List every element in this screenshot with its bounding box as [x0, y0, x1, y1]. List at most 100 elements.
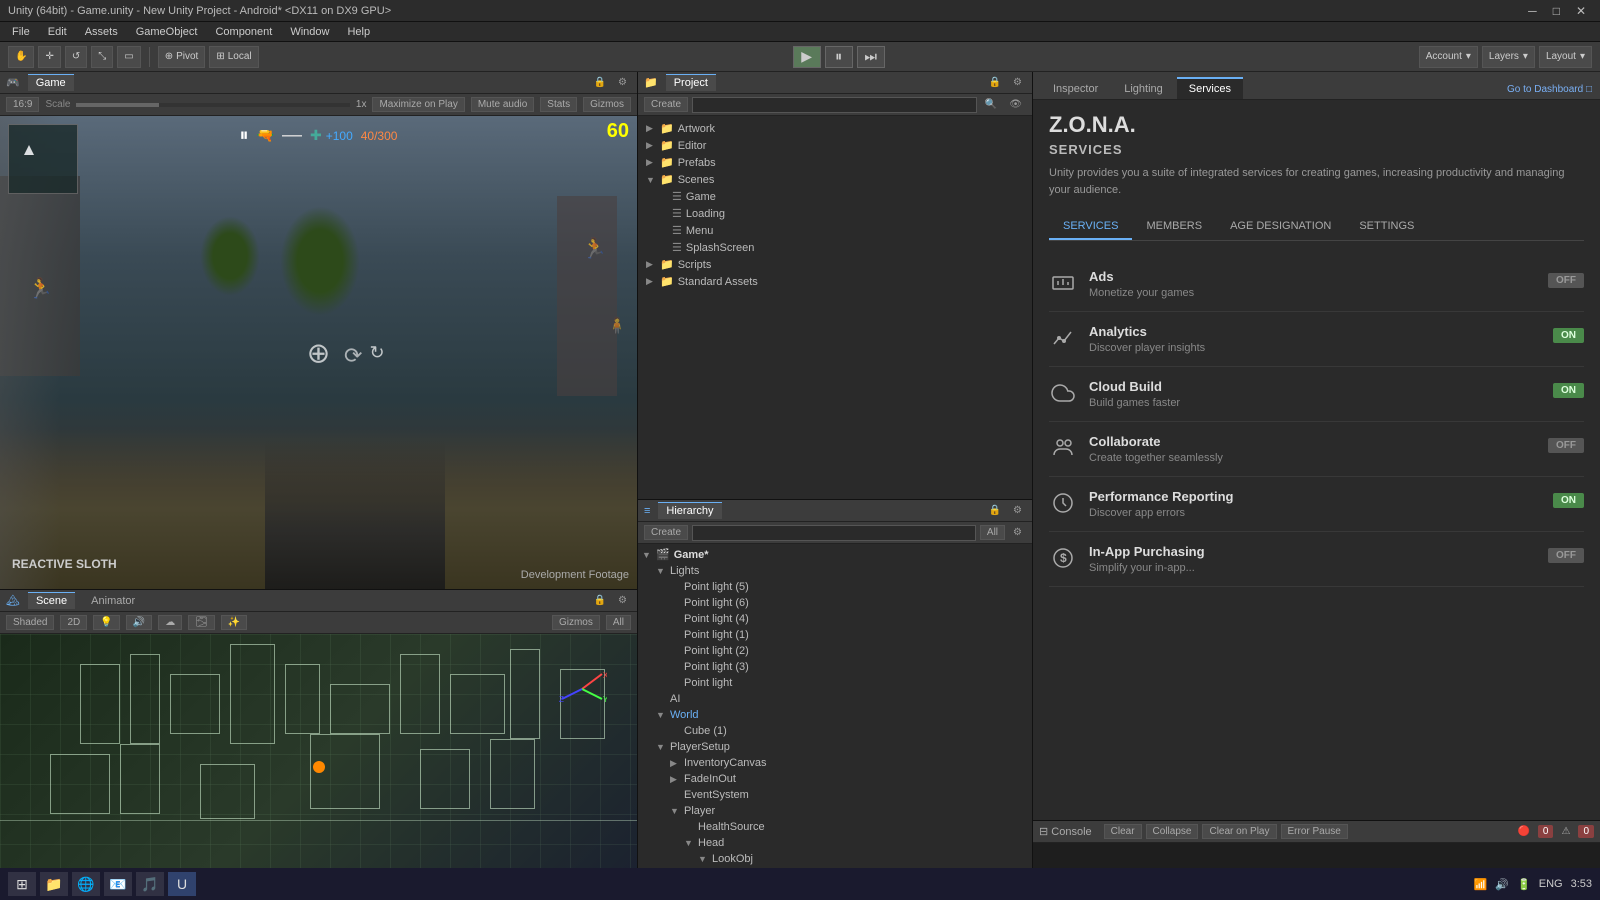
pause-btn[interactable]: ⏸: [825, 46, 853, 68]
project-search-input[interactable]: [692, 97, 977, 113]
iap-toggle-btn[interactable]: OFF: [1548, 548, 1584, 563]
ads-toggle-btn[interactable]: OFF: [1548, 273, 1584, 288]
project-create-btn[interactable]: Create: [644, 97, 688, 112]
cloudbuild-toggle-btn[interactable]: ON: [1553, 383, 1584, 398]
rotate-tool-btn[interactable]: ↺: [65, 46, 87, 68]
h-item-head[interactable]: ▼ Head: [638, 835, 1032, 851]
h-item-pl[interactable]: Point light: [638, 675, 1032, 691]
perf-toggle-btn[interactable]: ON: [1553, 493, 1584, 508]
console-clear-btn[interactable]: Clear: [1104, 824, 1142, 839]
project-item-editor[interactable]: ▶ 📁 Editor: [638, 137, 1032, 154]
menu-assets[interactable]: Assets: [77, 24, 126, 40]
console-collapse-btn[interactable]: Collapse: [1146, 824, 1199, 839]
menu-window[interactable]: Window: [282, 24, 337, 40]
project-item-game[interactable]: ☰ Game: [638, 188, 1032, 205]
h-item-eventsystem[interactable]: EventSystem: [638, 787, 1032, 803]
project-item-prefabs[interactable]: ▶ 📁 Prefabs: [638, 154, 1032, 171]
pivot-btn[interactable]: ⊕ Pivot: [158, 46, 206, 68]
h-item-pl1[interactable]: Point light (1): [638, 627, 1032, 643]
h-item-player[interactable]: ▼ Player: [638, 803, 1032, 819]
s-tab-services[interactable]: SERVICES: [1049, 214, 1132, 240]
scene-flare-icon[interactable]: ✨: [221, 615, 247, 630]
all-scene-btn[interactable]: All: [606, 615, 631, 630]
s-tab-settings[interactable]: SETTINGS: [1345, 214, 1428, 240]
scene-skybox-icon[interactable]: ☁: [158, 615, 182, 630]
lock-icon[interactable]: 🔒: [590, 76, 610, 89]
tab-inspector[interactable]: Inspector: [1041, 77, 1110, 99]
s-tab-members[interactable]: MEMBERS: [1132, 214, 1216, 240]
2d-control[interactable]: 2D: [60, 615, 87, 630]
h-item-playersetup[interactable]: ▼ PlayerSetup: [638, 739, 1032, 755]
h-item-pl2[interactable]: Point light (2): [638, 643, 1032, 659]
h-item-lookobj[interactable]: ▼ LookObj: [638, 851, 1032, 867]
project-item-scenes[interactable]: ▼ 📁 Scenes: [638, 171, 1032, 188]
aspect-control[interactable]: 16:9: [6, 97, 39, 112]
file-explorer-btn[interactable]: 📁: [40, 872, 68, 896]
move-tool-btn[interactable]: ✛: [38, 46, 60, 68]
hierarchy-search-input[interactable]: [692, 525, 976, 541]
h-item-healthsource[interactable]: HealthSource: [638, 819, 1032, 835]
h-item-world[interactable]: ▼ World: [638, 707, 1032, 723]
minimize-icon[interactable]: ─: [1522, 4, 1543, 18]
start-btn[interactable]: ⊞: [8, 872, 36, 896]
scene-lock-icon[interactable]: 🔒: [590, 594, 610, 607]
project-item-menu[interactable]: ☰ Menu: [638, 222, 1032, 239]
stats-btn[interactable]: Stats: [540, 97, 577, 112]
mute-btn[interactable]: Mute audio: [471, 97, 534, 112]
settings-icon[interactable]: ⚙: [614, 76, 631, 89]
console-error-pause-btn[interactable]: Error Pause: [1281, 824, 1348, 839]
collaborate-toggle-btn[interactable]: OFF: [1548, 438, 1584, 453]
project-item-standard[interactable]: ▶ 📁 Standard Assets: [638, 273, 1032, 290]
hierarchy-settings-icon[interactable]: ⚙: [1009, 504, 1026, 517]
h-item-inventorycanvas[interactable]: ▶ InventoryCanvas: [638, 755, 1032, 771]
analytics-toggle-btn[interactable]: ON: [1553, 328, 1584, 343]
app-btn-1[interactable]: 📧: [104, 872, 132, 896]
scene-light-icon[interactable]: 💡: [93, 615, 119, 630]
step-btn[interactable]: ⏭: [857, 46, 885, 68]
hierarchy-settings-btn[interactable]: ⚙: [1009, 526, 1026, 539]
close-icon[interactable]: ✕: [1570, 4, 1592, 18]
h-item-lights[interactable]: ▼ Lights: [638, 563, 1032, 579]
rect-tool-btn[interactable]: ▭: [117, 46, 140, 68]
hierarchy-lock-icon[interactable]: 🔒: [985, 504, 1005, 517]
app-btn-2[interactable]: 🎵: [136, 872, 164, 896]
menu-file[interactable]: File: [4, 24, 38, 40]
tab-hierarchy[interactable]: Hierarchy: [658, 502, 721, 519]
h-item-fadeinout[interactable]: ▶ FadeInOut: [638, 771, 1032, 787]
hierarchy-all-btn[interactable]: All: [980, 525, 1005, 540]
scale-slider[interactable]: [76, 103, 349, 107]
shaded-control[interactable]: Shaded: [6, 615, 54, 630]
goto-dashboard-link[interactable]: Go to Dashboard □: [1507, 80, 1592, 99]
project-settings-icon[interactable]: ⚙: [1009, 76, 1026, 89]
tab-scene[interactable]: Scene: [28, 592, 75, 609]
layers-dropdown[interactable]: Layers ▾: [1482, 46, 1535, 68]
scene-audio-icon[interactable]: 🔊: [126, 615, 152, 630]
menu-component[interactable]: Component: [207, 24, 280, 40]
h-item-pl3[interactable]: Point light (3): [638, 659, 1032, 675]
s-tab-age[interactable]: AGE DESIGNATION: [1216, 214, 1345, 240]
h-item-game[interactable]: ▼ 🎬 Game*: [638, 546, 1032, 563]
project-item-artwork[interactable]: ▶ 📁 Artwork: [638, 120, 1032, 137]
project-lock-icon[interactable]: 🔒: [985, 76, 1005, 89]
gizmos-btn[interactable]: Gizmos: [583, 97, 631, 112]
h-item-ai[interactable]: AI: [638, 691, 1032, 707]
scene-settings-icon[interactable]: ⚙: [614, 594, 631, 607]
project-item-loading[interactable]: ☰ Loading: [638, 205, 1032, 222]
project-item-splashscreen[interactable]: ☰ SplashScreen: [638, 239, 1032, 256]
browser-btn[interactable]: 🌐: [72, 872, 100, 896]
menu-help[interactable]: Help: [339, 24, 378, 40]
account-dropdown[interactable]: Account ▾: [1419, 46, 1478, 68]
hierarchy-create-btn[interactable]: Create: [644, 525, 688, 540]
scene-fog-icon[interactable]: 🌫: [188, 615, 215, 630]
tab-project[interactable]: Project: [666, 74, 716, 91]
h-item-cube1[interactable]: Cube (1): [638, 723, 1032, 739]
menu-gameobject[interactable]: GameObject: [128, 24, 206, 40]
project-search-icon[interactable]: 🔍: [981, 98, 1001, 111]
tab-game[interactable]: Game: [28, 74, 74, 91]
hand-tool-btn[interactable]: ✋: [8, 46, 34, 68]
h-item-pl6[interactable]: Point light (6): [638, 595, 1032, 611]
h-item-pl4[interactable]: Point light (4): [638, 611, 1032, 627]
tab-lighting[interactable]: Lighting: [1112, 77, 1175, 99]
menu-edit[interactable]: Edit: [40, 24, 75, 40]
project-item-scripts[interactable]: ▶ 📁 Scripts: [638, 256, 1032, 273]
